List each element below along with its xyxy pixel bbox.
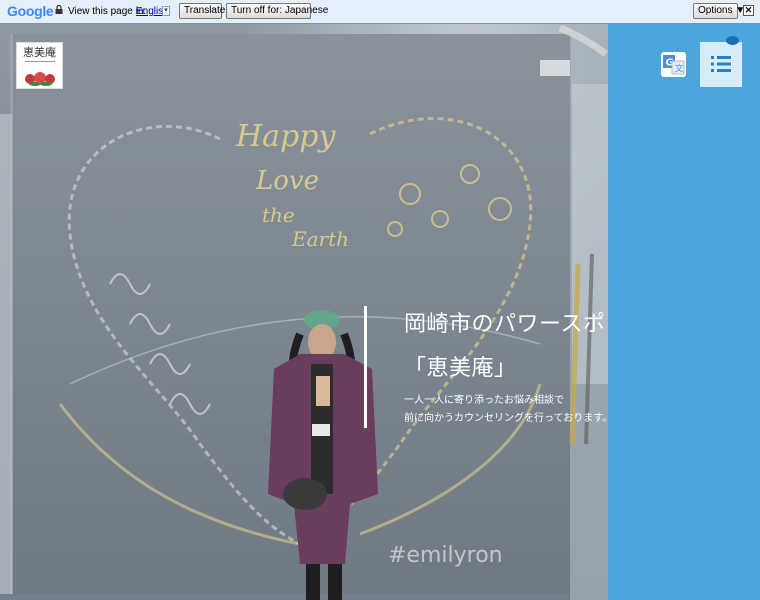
side-panel: G 文 <box>608 24 760 600</box>
chalk-word-the: the <box>262 203 295 227</box>
menu-button[interactable] <box>700 42 742 87</box>
turn-off-button[interactable]: Turn off for: Japanese <box>226 3 328 19</box>
site-logo-text: 恵美庵 <box>23 46 56 59</box>
chalk-word-happy: Happy <box>235 119 336 154</box>
svg-text:文: 文 <box>675 63 684 75</box>
translate-bar: Google View this page in: English ▾ Tran… <box>0 0 760 24</box>
options-button[interactable]: Options ▼ <box>693 3 745 19</box>
logo-divider <box>24 61 55 62</box>
hero-title-line2: 「恵美庵」 <box>404 356 517 381</box>
lock-icon <box>55 5 63 14</box>
hero-description-line2: 前に向かうカウンセリングを行っております。 <box>404 413 608 424</box>
hero-image: Happy Love the Earth #emilyron 恵美庵 岡崎市のパ… <box>0 24 608 600</box>
site-logo[interactable]: 恵美庵 <box>16 42 63 89</box>
chalk-word-love: Love <box>255 166 319 196</box>
language-dropdown-icon[interactable]: ▾ <box>162 6 170 16</box>
view-page-label: View this page in: <box>68 6 147 17</box>
hero-title-line1: 岡崎市のパワースポット <box>404 312 608 337</box>
hero-divider <box>364 306 367 428</box>
google-logo-text: Google <box>7 3 54 19</box>
translate-button[interactable]: Translate <box>179 3 225 19</box>
hashtag-text: #emilyron <box>388 543 503 568</box>
notification-dot <box>726 36 739 45</box>
google-translate-icon[interactable]: G 文 <box>661 52 686 77</box>
google-logo: Google <box>7 3 54 19</box>
flowers-icon <box>25 72 55 86</box>
hero-description-line1: 一人一人に寄り添ったお悩み相談で <box>404 395 564 406</box>
chalk-word-earth: Earth <box>291 227 349 251</box>
close-icon[interactable]: ✕ <box>743 5 754 16</box>
list-menu-icon <box>711 56 731 72</box>
